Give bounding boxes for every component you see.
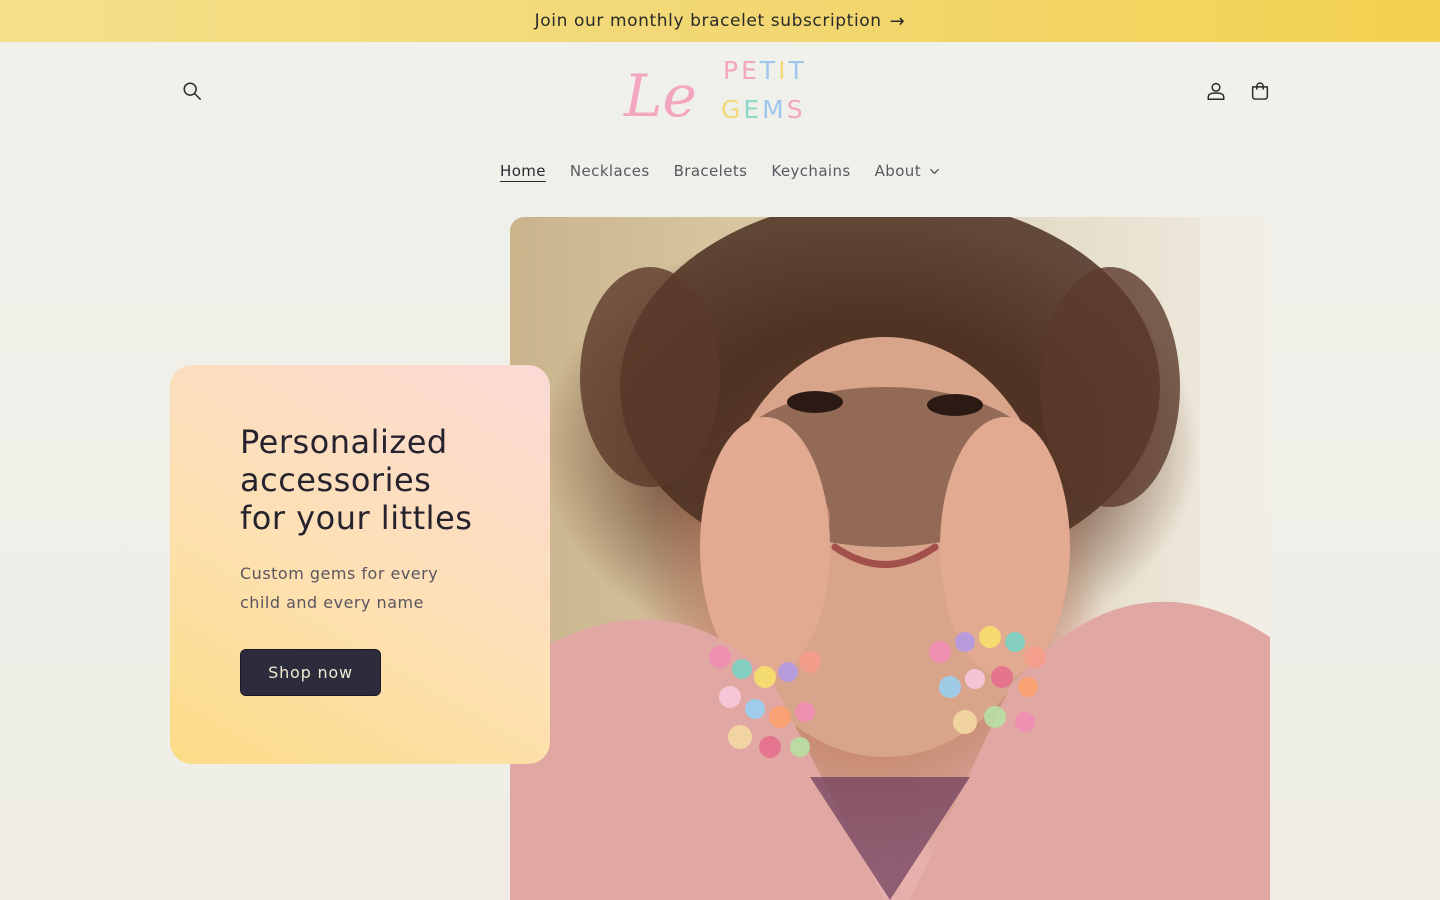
nav-item-necklaces[interactable]: Necklaces bbox=[570, 160, 650, 182]
logo-word-petit: PETIT bbox=[723, 56, 807, 85]
hero-card: Personalized accessories for your little… bbox=[170, 365, 550, 764]
nav-item-bracelets[interactable]: Bracelets bbox=[674, 160, 748, 182]
hero-subtitle: Custom gems for every child and every na… bbox=[240, 559, 480, 617]
shop-now-button[interactable]: Shop now bbox=[240, 649, 381, 696]
nav-label: Home bbox=[500, 162, 546, 180]
nav-label: About bbox=[874, 162, 921, 180]
nav-label: Keychains bbox=[771, 162, 851, 180]
search-icon[interactable] bbox=[174, 73, 210, 109]
account-icon[interactable] bbox=[1198, 73, 1234, 109]
hero-title: Personalized accessories for your little… bbox=[240, 423, 480, 537]
cart-icon[interactable] bbox=[1242, 73, 1278, 109]
chevron-down-icon bbox=[929, 166, 940, 177]
nav-item-about[interactable]: About bbox=[875, 160, 940, 182]
logo-word-gems: GEMS bbox=[721, 95, 806, 124]
hero-image bbox=[510, 217, 1270, 900]
announcement-link[interactable]: Join our monthly bracelet subscription → bbox=[535, 11, 906, 32]
hero-title-line: Personalized bbox=[240, 423, 448, 461]
hero-subtitle-line: child and every name bbox=[240, 593, 424, 612]
store-logo[interactable]: Le PETIT GEMS bbox=[620, 52, 820, 130]
hero-title-line: accessories bbox=[240, 461, 432, 499]
logo-script-text: Le bbox=[623, 62, 697, 128]
hero-photo-illustration bbox=[510, 217, 1270, 900]
nav-item-home[interactable]: Home bbox=[500, 160, 546, 182]
nav-label: Necklaces bbox=[569, 162, 650, 180]
main-nav: Home Necklaces Bracelets Keychains About bbox=[0, 160, 1440, 182]
hero-subtitle-line: Custom gems for every bbox=[240, 564, 439, 583]
arrow-right-icon: → bbox=[889, 10, 906, 32]
announcement-bar: Join our monthly bracelet subscription → bbox=[0, 0, 1440, 42]
hero-title-line: for your littles bbox=[240, 499, 473, 537]
nav-item-keychains[interactable]: Keychains bbox=[771, 160, 850, 182]
announcement-text: Join our monthly bracelet subscription bbox=[534, 11, 882, 31]
nav-label: Bracelets bbox=[673, 162, 748, 180]
